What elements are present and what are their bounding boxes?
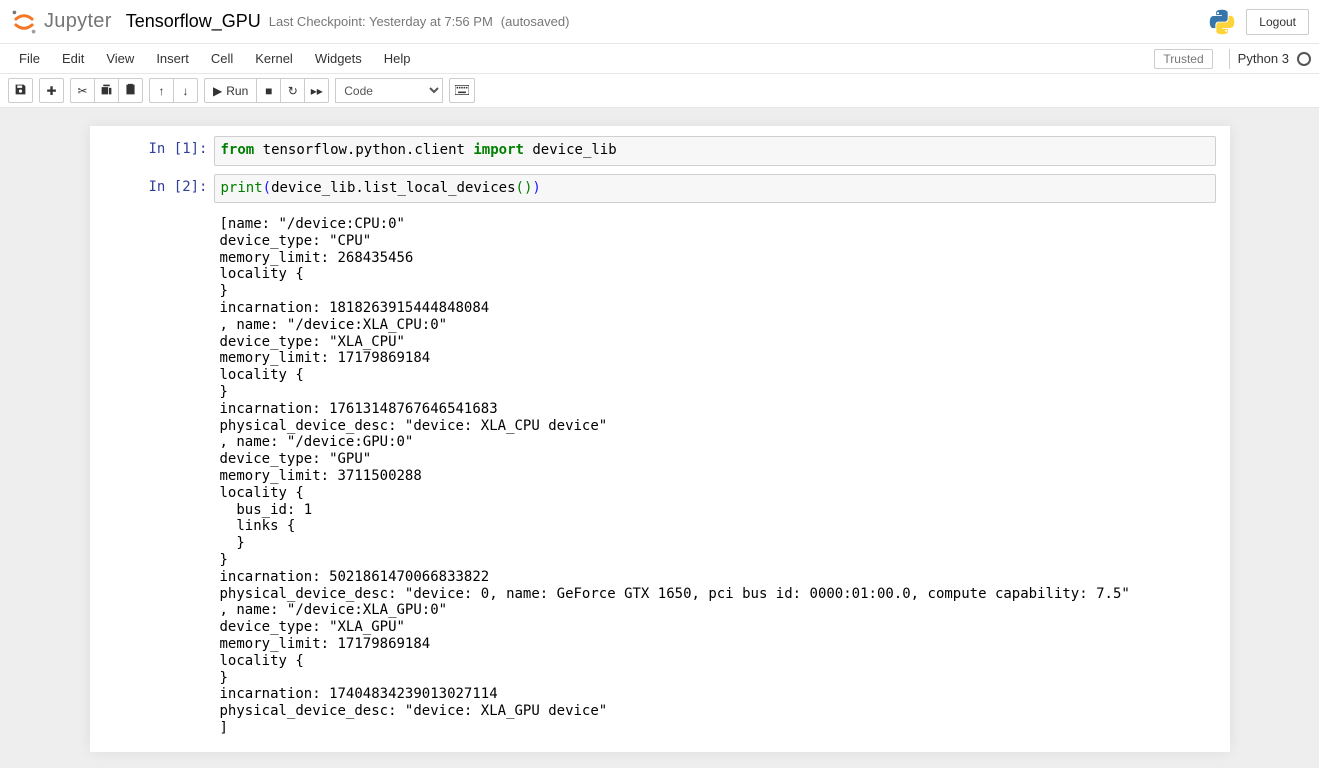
jupyter-logo[interactable]: Jupyter [10,8,112,36]
jupyter-logo-text: Jupyter [44,10,112,33]
menu-kernel[interactable]: Kernel [244,45,304,72]
add-cell-button[interactable]: ✚ [39,78,64,103]
run-label: Run [226,84,248,98]
code-cell[interactable]: In [2]: print(device_lib.list_local_devi… [94,170,1226,208]
notebook: In [1]: from tensorflow.python.client im… [90,126,1230,752]
menu-cell[interactable]: Cell [200,45,244,72]
stop-icon: ■ [265,84,272,98]
kernel-status-icon [1297,52,1311,66]
copy-icon [100,83,113,99]
arrow-up-icon: ↑ [159,84,165,98]
restart-button[interactable]: ↻ [280,78,305,103]
kernel-name[interactable]: Python 3 [1238,51,1289,66]
code-input[interactable]: print(device_lib.list_local_devices()) [214,174,1216,204]
fast-forward-icon: ▸▸ [311,84,323,98]
save-button[interactable] [8,78,33,103]
toolbar: ✚ ✂ ↑ ↓ ▶ Run ■ ↻ ▸▸ Code [0,74,1319,108]
output-cell: [name: "/device:CPU:0" device_type: "CPU… [94,207,1226,746]
input-prompt: In [1]: [94,136,214,166]
jupyter-icon [10,8,38,36]
input-prompt: In [2]: [94,174,214,204]
restart-run-all-button[interactable]: ▸▸ [304,78,329,103]
cell-type-select[interactable]: Code [335,78,443,103]
cut-icon: ✂ [77,84,87,98]
interrupt-button[interactable]: ■ [256,78,281,103]
code-cell[interactable]: In [1]: from tensorflow.python.client im… [94,132,1226,170]
logout-button[interactable]: Logout [1246,9,1309,35]
menu-help[interactable]: Help [373,45,422,72]
menu-view[interactable]: View [95,45,145,72]
cell-output: [name: "/device:CPU:0" device_type: "CPU… [214,211,1216,742]
keyboard-icon [455,84,469,98]
restart-icon: ↻ [288,84,298,98]
run-icon: ▶ [213,84,222,98]
menu-file[interactable]: File [8,45,51,72]
menubar: File Edit View Insert Cell Kernel Widget… [0,44,1319,74]
menu-widgets[interactable]: Widgets [304,45,373,72]
paste-icon [124,83,137,99]
move-down-button[interactable]: ↓ [173,78,198,103]
code-input[interactable]: from tensorflow.python.client import dev… [214,136,1216,166]
copy-button[interactable] [94,78,119,103]
run-button[interactable]: ▶ Run [204,78,257,103]
move-up-button[interactable]: ↑ [149,78,174,103]
command-palette-button[interactable] [449,78,475,103]
plus-icon: ✚ [46,84,56,98]
python-icon [1208,8,1236,36]
cut-button[interactable]: ✂ [70,78,95,103]
autosave-status: (autosaved) [501,14,570,29]
header-bar: Jupyter Tensorflow_GPU Last Checkpoint: … [0,0,1319,44]
separator [1229,49,1230,69]
notebook-name[interactable]: Tensorflow_GPU [126,11,261,32]
trusted-badge[interactable]: Trusted [1154,49,1212,69]
menu-edit[interactable]: Edit [51,45,95,72]
paste-button[interactable] [118,78,143,103]
output-prompt [94,211,214,742]
notebook-container: In [1]: from tensorflow.python.client im… [0,108,1319,768]
arrow-down-icon: ↓ [183,84,189,98]
save-icon [14,83,27,99]
menu-insert[interactable]: Insert [145,45,200,72]
checkpoint-info: Last Checkpoint: Yesterday at 7:56 PM [269,14,493,29]
